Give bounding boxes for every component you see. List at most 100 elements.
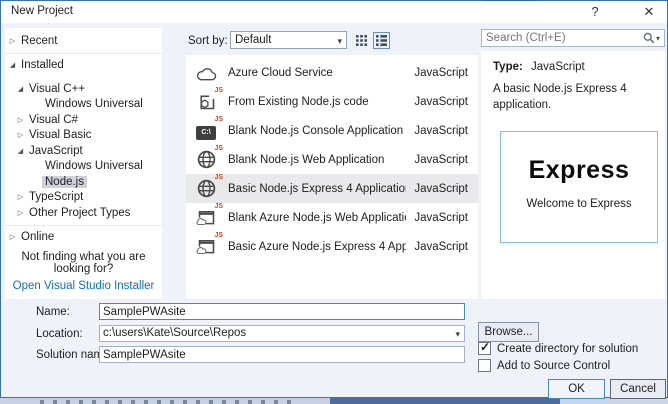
js-badge: JS: [214, 86, 223, 94]
sidebar-item-label: Installed: [21, 59, 64, 72]
close-button[interactable]: ✕: [641, 4, 657, 20]
sidebar-item-windows-universal-cpp[interactable]: Windows Universal: [5, 97, 162, 113]
template-name: Basic Node.js Express 4 Application: [228, 182, 407, 195]
checkbox-checked[interactable]: ✓: [478, 340, 491, 355]
expander-icon[interactable]: ◢: [15, 147, 26, 155]
expander-icon[interactable]: ▷: [15, 209, 26, 217]
sidebar-item-label: Online: [21, 231, 55, 244]
expander-icon[interactable]: ▷: [7, 233, 18, 241]
template-name: Blank Node.js Console Application: [228, 124, 404, 137]
sidebar-item-recent[interactable]: ▷ Recent: [5, 33, 162, 49]
express-title: Express: [528, 156, 630, 184]
sidebar-item-label: TypeScript: [29, 191, 84, 204]
project-name-input[interactable]: [99, 303, 465, 320]
create-directory-checkbox-row[interactable]: ✓ Create directory for solution: [478, 340, 639, 355]
search-icon[interactable]: [641, 32, 656, 44]
sidebar-item-online[interactable]: ▷ Online: [5, 230, 162, 246]
search-box: ▾: [481, 29, 665, 47]
js-badge: JS: [214, 202, 223, 210]
template-row-basic-azure-nodejs-express4-application[interactable]: JS Basic Azure Node.js Express 4 Applica…: [186, 232, 478, 261]
tree-group-separator: [5, 224, 162, 226]
add-to-source-control-checkbox-row[interactable]: Add to Source Control: [478, 359, 610, 372]
template-row-blank-nodejs-console-application[interactable]: C:\ JS Blank Node.js Console Application…: [186, 116, 478, 145]
add-to-source-control-label: Add to Source Control: [497, 359, 611, 372]
sidebar-item-visual-basic[interactable]: ▷ Visual Basic: [5, 128, 162, 144]
sort-by-dropdown[interactable]: Default ▾: [230, 31, 347, 49]
console-icon: C:\ JS: [194, 116, 223, 143]
dialog-title: New Project: [11, 5, 73, 17]
location-value: c:\users\Kate\Source\Repos: [103, 327, 247, 339]
sidebar-item-label: JavaScript: [29, 144, 83, 157]
sidebar-item-label: Other Project Types: [29, 206, 131, 219]
cancel-button[interactable]: Cancel: [610, 379, 666, 399]
azure-window-cloud-icon: JS: [194, 203, 223, 230]
cloud-icon: [194, 61, 218, 85]
solution-name-input[interactable]: [99, 346, 465, 363]
template-name: Blank Azure Node.js Web Application: [228, 211, 407, 224]
template-name: From Existing Node.js code: [228, 95, 369, 108]
background-window-dark-block: [330, 398, 560, 404]
sidebar-item-label: Recent: [21, 34, 58, 47]
sidebar-item-windows-universal-js[interactable]: Windows Universal: [5, 159, 162, 175]
category-panel: ▷ Recent ◢ Installed ◢ Visual C++ Window…: [5, 28, 162, 299]
title-bar: New Project ? ✕: [1, 1, 667, 23]
sidebar-item-other-project-types[interactable]: ▷ Other Project Types: [5, 205, 162, 221]
template-row-basic-nodejs-express4-application-selected[interactable]: JS Basic Node.js Express 4 Application J…: [186, 174, 478, 203]
template-row-blank-nodejs-web-application[interactable]: JS Blank Node.js Web Application JavaScr…: [186, 145, 478, 174]
checkmark-icon: ✓: [480, 340, 491, 354]
sidebar-item-visual-cpp[interactable]: ◢ Visual C++: [5, 81, 162, 97]
open-installer-link[interactable]: Open Visual Studio Installer: [5, 280, 162, 292]
sidebar-item-typescript[interactable]: ▷ TypeScript: [5, 190, 162, 206]
express-subtitle: Welcome to Express: [526, 198, 632, 210]
ok-button[interactable]: OK: [548, 379, 605, 399]
expander-icon[interactable]: ▷: [15, 193, 26, 201]
type-label: Type:: [493, 61, 523, 73]
help-button[interactable]: ?: [587, 4, 603, 19]
sidebar-item-javascript[interactable]: ◢ JavaScript: [5, 143, 162, 159]
search-input[interactable]: [482, 31, 641, 45]
search-options-chevron-icon[interactable]: ▾: [656, 34, 664, 43]
template-language: JavaScript: [414, 240, 468, 253]
template-preview-image: Express Welcome to Express: [500, 131, 658, 243]
template-row-from-existing-nodejs-code[interactable]: JS From Existing Node.js code JavaScript: [186, 87, 478, 116]
expander-icon[interactable]: ▷: [15, 116, 26, 124]
sidebar-item-label: Windows Universal: [45, 98, 143, 111]
template-name: Azure Cloud Service: [228, 66, 333, 79]
nodejs-code-icon: JS: [194, 87, 223, 114]
panel-footer: Not finding what you are looking for? Op…: [5, 251, 162, 292]
new-project-dialog: New Project ? ✕ ▷ Recent ◢ Installed ◢ V…: [0, 0, 668, 399]
browse-button[interactable]: Browse...: [478, 322, 539, 342]
expander-icon[interactable]: ◢: [15, 85, 26, 93]
template-name: Basic Azure Node.js Express 4 Applicatio…: [228, 240, 407, 253]
template-description: A basic Node.js Express 4 application.: [493, 83, 627, 111]
create-directory-label: Create directory for solution: [497, 342, 639, 355]
sidebar-item-label: Visual C#: [29, 113, 79, 126]
expander-icon[interactable]: ▷: [7, 37, 18, 45]
chevron-down-icon[interactable]: ▾: [455, 327, 460, 341]
checkbox-unchecked[interactable]: [478, 359, 491, 372]
expander-icon[interactable]: ◢: [7, 61, 18, 69]
template-list: Azure Cloud Service JavaScript JS From E…: [186, 55, 478, 299]
template-language: JavaScript: [414, 211, 468, 224]
location-combobox[interactable]: c:\users\Kate\Source\Repos ▾: [99, 325, 465, 342]
sidebar-item-nodejs[interactable]: Node.js: [5, 174, 162, 190]
sort-by-value: Default: [235, 34, 272, 46]
globe-icon: JS: [194, 174, 223, 201]
template-row-blank-azure-nodejs-web-application[interactable]: JS Blank Azure Node.js Web Application J…: [186, 203, 478, 232]
type-value: JavaScript: [531, 61, 585, 73]
chevron-down-icon[interactable]: ▾: [337, 33, 342, 49]
list-view-button[interactable]: [373, 32, 390, 49]
screen: New Project ? ✕ ▷ Recent ◢ Installed ◢ V…: [0, 0, 668, 404]
template-language: JavaScript: [414, 182, 468, 195]
small-icons-view-button[interactable]: [353, 32, 370, 49]
sidebar-item-visual-csharp[interactable]: ▷ Visual C#: [5, 112, 162, 128]
category-tree: ▷ Recent ◢ Installed ◢ Visual C++ Window…: [5, 28, 162, 245]
template-language: JavaScript: [414, 124, 468, 137]
expander-icon[interactable]: ▷: [15, 131, 26, 139]
template-language: JavaScript: [414, 95, 468, 108]
location-label: Location:: [36, 328, 83, 340]
sidebar-item-installed[interactable]: ◢ Installed: [5, 58, 162, 74]
globe-icon: JS: [194, 145, 223, 172]
template-row-azure-cloud-service[interactable]: Azure Cloud Service JavaScript: [186, 58, 478, 87]
name-label: Name:: [36, 306, 70, 318]
